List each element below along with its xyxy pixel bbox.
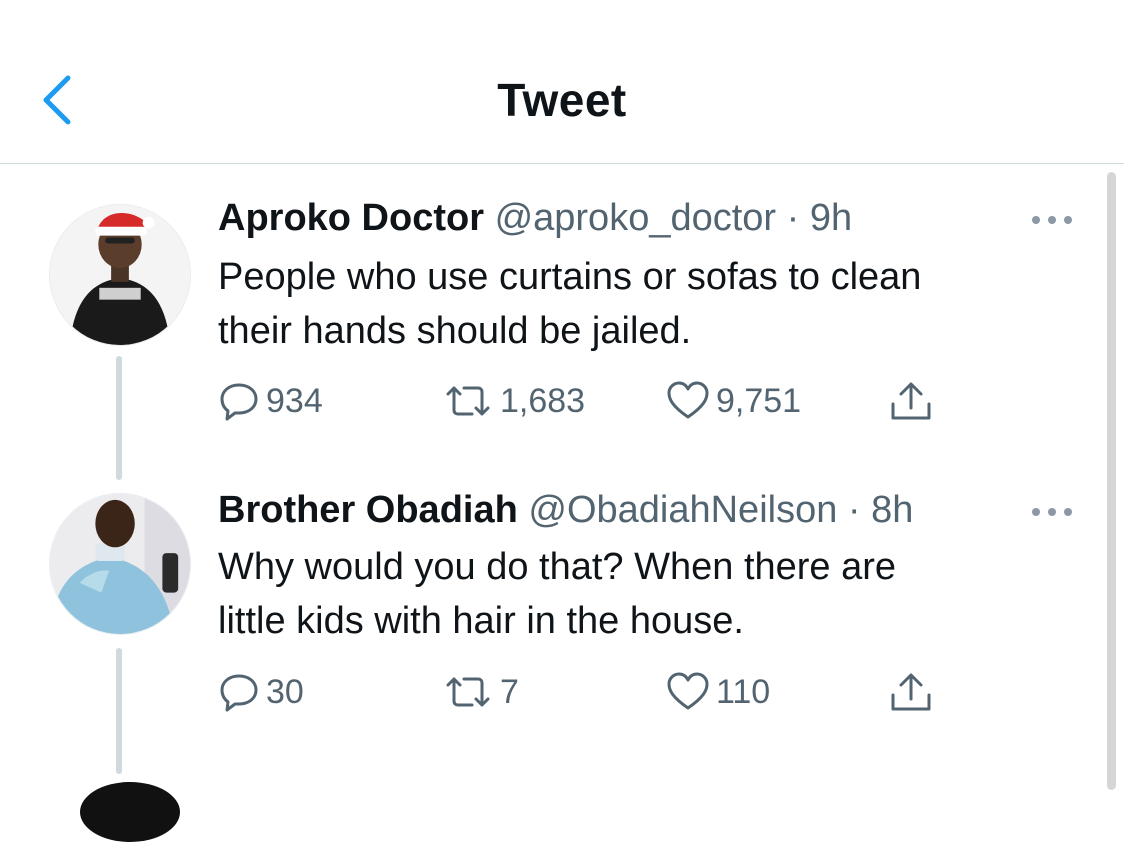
more-button[interactable] — [1030, 502, 1074, 522]
more-horizontal-icon — [1032, 508, 1072, 516]
author-handle[interactable]: @aproko_doctor — [495, 197, 777, 239]
author-handle[interactable]: @ObadiahNeilson — [528, 489, 837, 531]
retweet-count: 7 — [500, 672, 519, 711]
scrollbar[interactable] — [1107, 172, 1116, 790]
avatar[interactable] — [49, 204, 191, 346]
tweet-text: Why would you do that? When there are li… — [218, 540, 1078, 648]
share-button[interactable] — [888, 667, 934, 717]
more-button[interactable] — [1030, 210, 1074, 230]
avatar-image — [50, 205, 190, 345]
tweet-time[interactable]: 9h — [810, 197, 852, 239]
share-button[interactable] — [888, 376, 934, 426]
like-button[interactable]: 9,751 — [666, 376, 801, 426]
reply-button[interactable]: 934 — [218, 376, 323, 426]
avatar[interactable] — [49, 493, 191, 635]
tweet-time[interactable]: 8h — [871, 489, 913, 531]
retweet-button[interactable]: 1,683 — [442, 376, 585, 426]
page-title: Tweet — [497, 74, 627, 126]
retweet-button[interactable]: 7 — [442, 667, 519, 717]
like-count: 110 — [716, 672, 771, 711]
retweet-arrows-icon — [446, 677, 490, 707]
like-count: 9,751 — [716, 381, 802, 420]
reply-count: 30 — [266, 672, 304, 711]
thread-connector — [116, 356, 122, 480]
thread-connector — [116, 648, 122, 774]
avatar[interactable] — [80, 782, 180, 842]
share-upload-icon — [891, 673, 931, 711]
tweet-header: Aproko Doctor @aproko_doctor · 9h — [218, 195, 852, 241]
tweet-text-line: People who use curtains or sofas to clea… — [218, 256, 922, 298]
tweet-header: Brother Obadiah @ObadiahNeilson · 8h — [218, 487, 913, 533]
author-name[interactable]: Aproko Doctor — [218, 197, 484, 239]
tweet-text-line: Why would you do that? When there are — [218, 546, 897, 588]
retweet-arrows-icon — [446, 386, 490, 416]
tweet-text-line: their hands should be jailed. — [218, 310, 692, 352]
retweet-count: 1,683 — [500, 381, 586, 420]
author-name[interactable]: Brother Obadiah — [218, 489, 518, 531]
dot-separator: · — [847, 489, 861, 531]
speech-bubble-icon — [220, 383, 258, 421]
like-button[interactable]: 110 — [666, 667, 770, 717]
tweet-text: People who use curtains or sofas to clea… — [218, 250, 1078, 358]
reply-button[interactable]: 30 — [218, 667, 304, 717]
avatar-image — [50, 494, 190, 634]
more-horizontal-icon — [1032, 216, 1072, 224]
share-upload-icon — [891, 382, 931, 420]
dot-separator: · — [786, 197, 800, 239]
tweet-text-line: little kids with hair in the house. — [218, 600, 744, 642]
reply-count: 934 — [266, 381, 323, 420]
header-bar: Tweet — [0, 0, 1124, 164]
heart-icon — [667, 381, 709, 419]
heart-icon — [667, 672, 709, 710]
speech-bubble-icon — [220, 674, 258, 712]
